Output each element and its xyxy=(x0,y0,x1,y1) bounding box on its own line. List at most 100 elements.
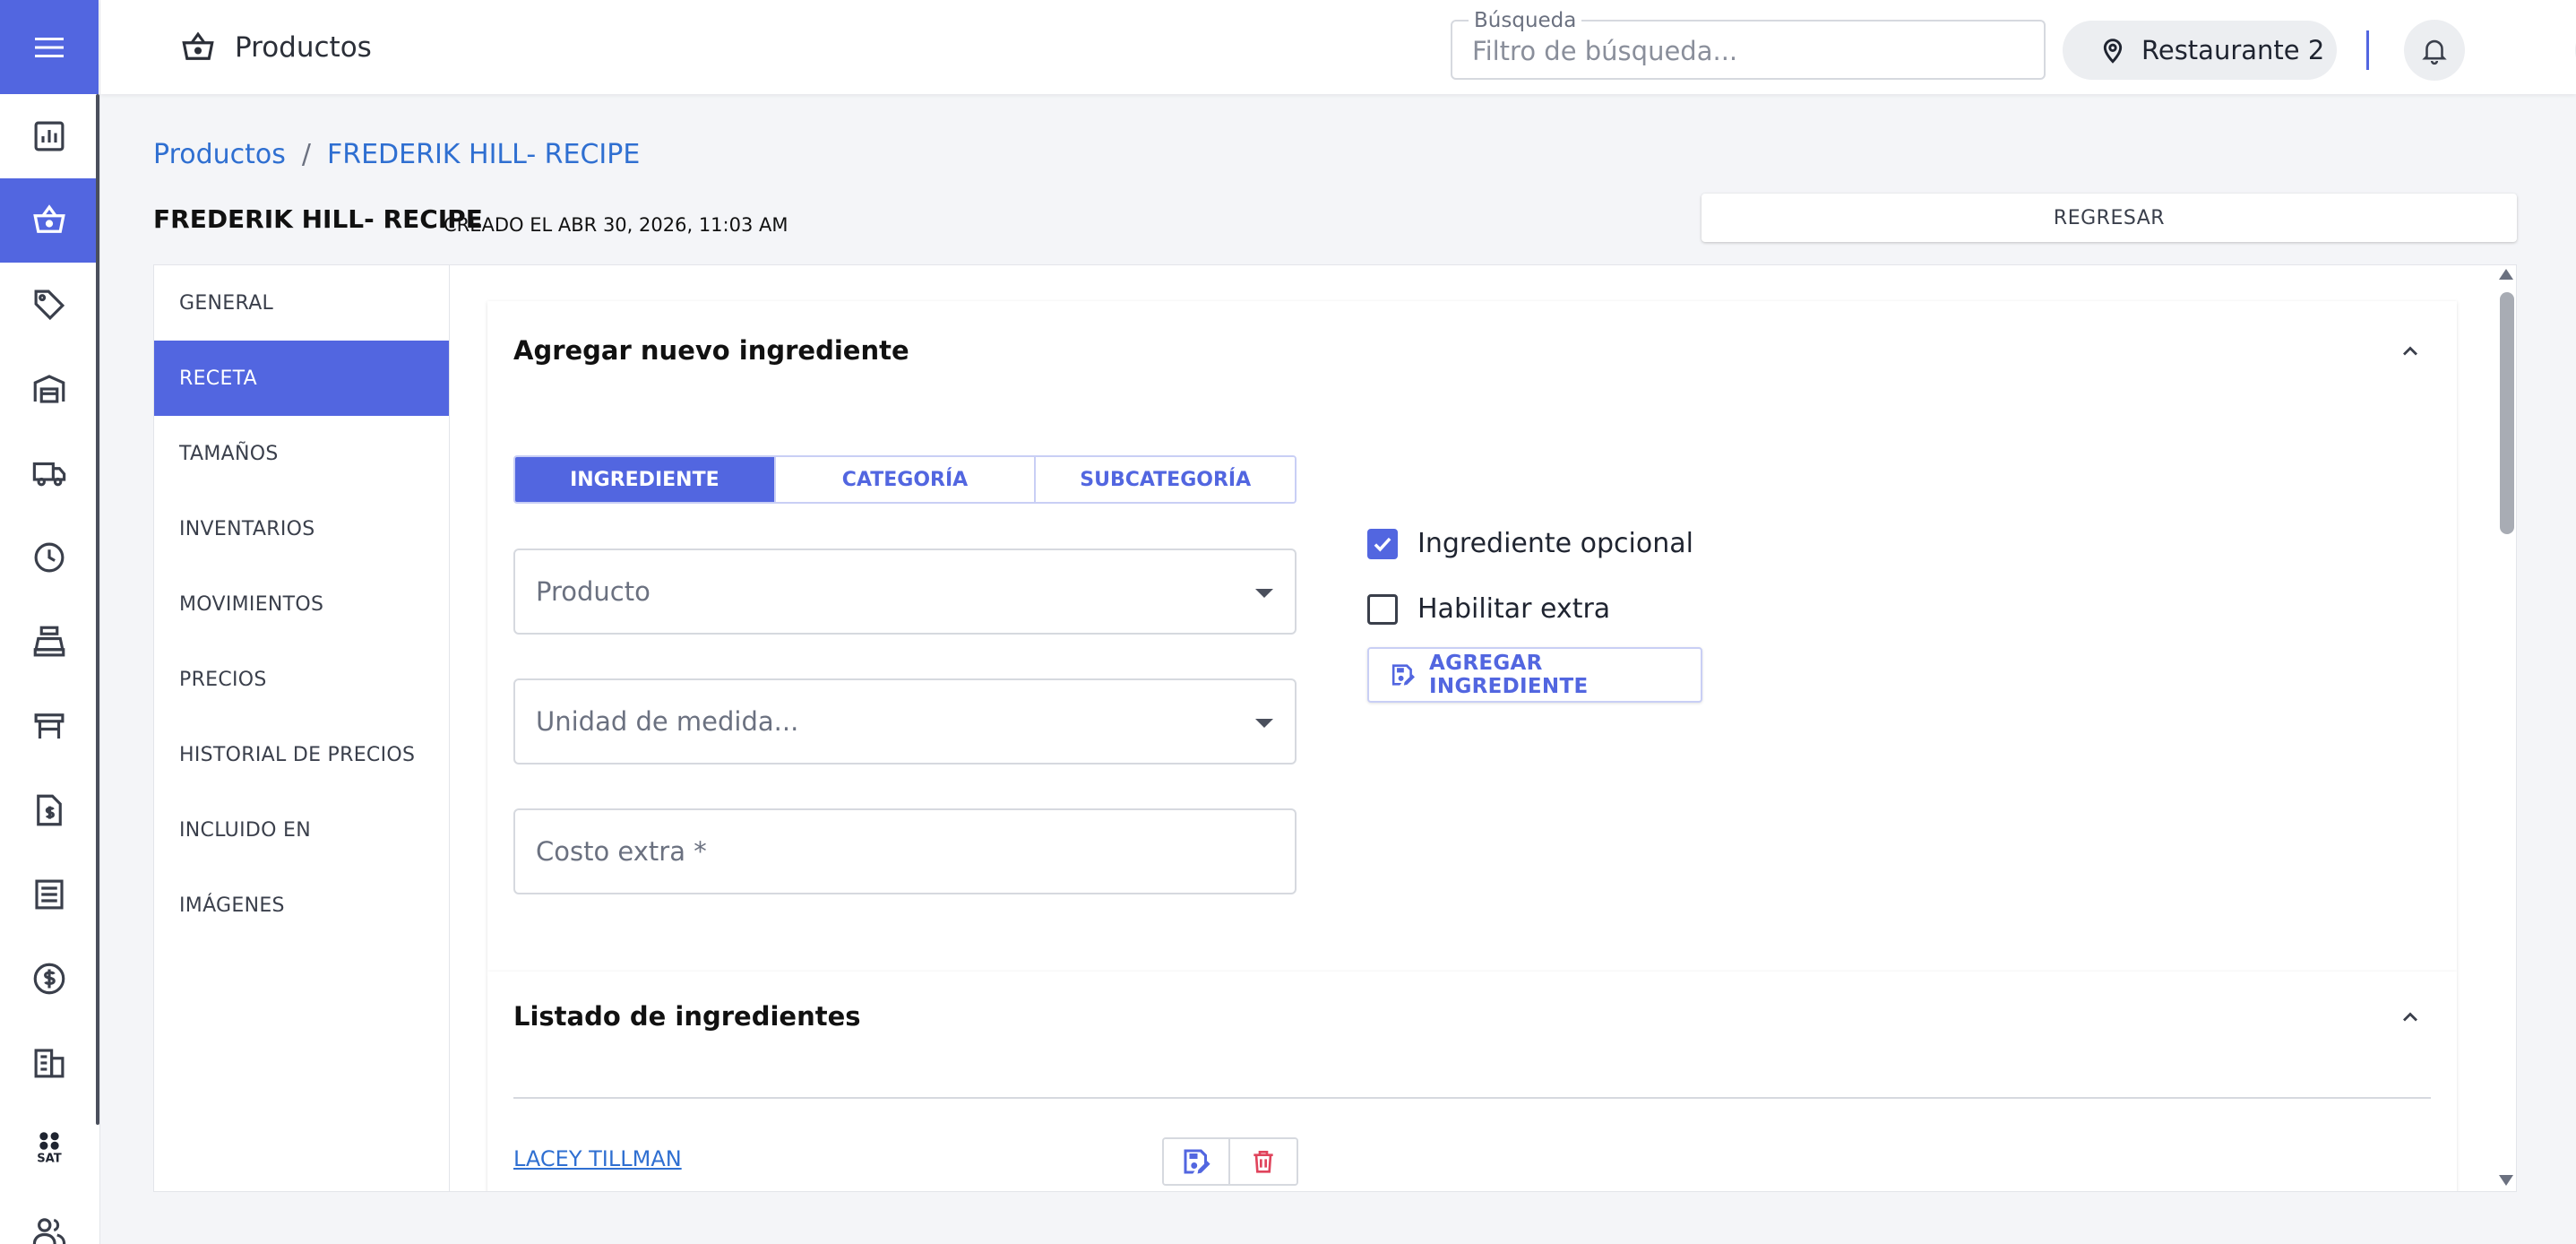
content-scrollbar[interactable] xyxy=(2496,265,2516,1191)
ingredient-name-link[interactable]: LACEY TILLMAN xyxy=(513,1146,682,1171)
search-input[interactable] xyxy=(1472,34,2010,68)
tab-categoria[interactable]: CATEGORÍA xyxy=(775,457,1037,502)
rail-invoices[interactable] xyxy=(0,768,99,852)
rail-sat[interactable]: SAT xyxy=(0,1105,99,1189)
svg-text:SAT: SAT xyxy=(37,1153,62,1166)
nav-item-imagenes[interactable]: IMÁGENES xyxy=(154,868,449,943)
breadcrumb-root-link[interactable]: Productos xyxy=(153,139,286,170)
rail-scrollbar[interactable] xyxy=(96,94,99,1125)
bell-icon xyxy=(2422,39,2447,65)
rail-tags[interactable] xyxy=(0,263,99,347)
app-title-label: Productos xyxy=(235,31,372,64)
invoice-icon xyxy=(37,794,62,826)
app-title: Productos xyxy=(179,29,372,66)
back-button[interactable]: REGRESAR xyxy=(1702,194,2517,242)
tag-icon xyxy=(34,289,65,321)
optional-ingredient-row: Ingrediente opcional xyxy=(1367,528,1693,559)
rail-finance[interactable] xyxy=(0,937,99,1021)
nav-item-general[interactable]: GENERAL xyxy=(154,265,449,341)
extra-cost-field[interactable]: Costo extra * xyxy=(513,808,1297,894)
add-ingredient-title: Agregar nuevo ingrediente xyxy=(513,335,909,366)
menu-button[interactable] xyxy=(0,0,99,94)
scroll-down-arrow-icon[interactable] xyxy=(2499,1175,2513,1186)
add-ingredient-panel: Agregar nuevo ingrediente INGREDIENTE CA… xyxy=(487,301,2457,972)
page-title: FREDERIK HILL- RECIPE xyxy=(153,204,483,234)
basket-icon xyxy=(33,204,65,233)
scroll-up-arrow-icon[interactable] xyxy=(2499,269,2513,280)
ingredient-type-tabs: INGREDIENTE CATEGORÍA SUBCATEGORÍA xyxy=(513,455,1297,504)
nav-item-inventarios[interactable]: INVENTARIOS xyxy=(154,491,449,566)
building-icon xyxy=(34,1049,65,1078)
checkmark-icon xyxy=(1374,537,1391,551)
clock-icon xyxy=(34,542,65,573)
rail-users[interactable] xyxy=(0,1189,99,1244)
ingredient-row-actions xyxy=(1162,1137,1298,1186)
product-side-nav: GENERAL RECETA TAMAÑOS INVENTARIOS MOVIM… xyxy=(154,265,450,1191)
add-ingredient-button-label: AGREGAR INGREDIENTE xyxy=(1429,652,1589,698)
nav-item-tamanos[interactable]: TAMAÑOS xyxy=(154,416,449,491)
search-box[interactable]: Búsqueda xyxy=(1451,9,2046,80)
unit-select[interactable]: Unidad de medida... xyxy=(513,678,1297,765)
search-legend: Búsqueda xyxy=(1469,9,1582,32)
edit-ingredient-button[interactable] xyxy=(1164,1139,1230,1184)
top-bar: Productos Búsqueda Restaurante 2 AU xyxy=(100,0,2576,94)
rail-dashboard[interactable] xyxy=(0,94,99,178)
users-icon xyxy=(32,1218,66,1244)
truck-icon xyxy=(32,462,66,487)
created-date: CREADO EL ABR 30, 2026, 11:03 AM xyxy=(444,214,788,236)
add-ingredient-button[interactable]: AGREGAR INGREDIENTE xyxy=(1367,647,1702,703)
warehouse-icon xyxy=(33,375,65,403)
chevron-up-icon[interactable] xyxy=(2398,1005,2423,1030)
rail-companies[interactable] xyxy=(0,1021,99,1105)
rail-receipts[interactable] xyxy=(0,852,99,937)
ingredient-list-panel: Listado de ingredientes LACEY TILLMAN xyxy=(487,972,2457,1191)
rail-pos[interactable] xyxy=(0,600,99,684)
product-card: GENERAL RECETA TAMAÑOS INVENTARIOS MOVIM… xyxy=(153,264,2517,1192)
nav-item-movimientos[interactable]: MOVIMIENTOS xyxy=(154,566,449,642)
rail-tables[interactable] xyxy=(0,684,99,768)
product-select-placeholder: Producto xyxy=(536,576,650,607)
location-selector[interactable]: Restaurante 2 xyxy=(2063,21,2337,80)
breadcrumb-current-link[interactable]: FREDERIK HILL- RECIPE xyxy=(327,139,640,170)
receipt-icon xyxy=(35,879,64,910)
location-pin-icon xyxy=(2103,39,2123,64)
delete-ingredient-button[interactable] xyxy=(1230,1139,1297,1184)
nav-item-receta[interactable]: RECETA xyxy=(154,341,449,416)
dropdown-arrow-icon xyxy=(1255,589,1273,598)
nav-item-incluido-en[interactable]: INCLUIDO EN xyxy=(154,792,449,868)
product-select[interactable]: Producto xyxy=(513,549,1297,635)
rail-products[interactable] xyxy=(0,178,99,263)
trash-icon xyxy=(1254,1151,1273,1173)
enable-extra-label: Habilitar extra xyxy=(1417,593,1611,625)
location-label: Restaurante 2 xyxy=(2141,35,2325,65)
rail-warehouse[interactable] xyxy=(0,347,99,431)
notifications-button[interactable] xyxy=(2404,20,2465,81)
table-icon xyxy=(34,713,65,739)
extra-cost-placeholder: Costo extra * xyxy=(536,836,707,867)
cash-register-icon xyxy=(33,626,65,657)
menu-icon xyxy=(35,37,64,57)
basket-icon xyxy=(182,31,214,60)
dashboard-icon xyxy=(34,121,65,151)
chevron-up-icon[interactable] xyxy=(2398,339,2423,364)
tab-ingrediente[interactable]: INGREDIENTE xyxy=(515,457,776,502)
rail-history[interactable] xyxy=(0,515,99,600)
nav-item-historial-precios[interactable]: HISTORIAL DE PRECIOS xyxy=(154,717,449,792)
tab-subcategoria[interactable]: SUBCATEGORÍA xyxy=(1036,457,1295,502)
list-divider xyxy=(513,1097,2431,1099)
breadcrumb-separator: / xyxy=(301,139,311,170)
scrollbar-thumb[interactable] xyxy=(2500,292,2514,534)
optional-ingredient-checkbox[interactable] xyxy=(1367,528,1398,559)
enable-extra-row: Habilitar extra xyxy=(1367,593,1610,625)
sat-icon: SAT xyxy=(37,1132,62,1166)
nav-item-precios[interactable]: PRECIOS xyxy=(154,642,449,717)
save-edit-icon xyxy=(1391,664,1415,686)
dropdown-arrow-icon xyxy=(1255,719,1273,728)
save-edit-icon xyxy=(1184,1149,1210,1174)
dollar-icon xyxy=(33,963,65,995)
rail-suppliers[interactable] xyxy=(0,431,99,515)
recipe-content: Agregar nuevo ingrediente INGREDIENTE CA… xyxy=(450,265,2496,1191)
enable-extra-checkbox[interactable] xyxy=(1367,593,1398,625)
unit-select-placeholder: Unidad de medida... xyxy=(536,706,799,737)
left-rail: SAT xyxy=(0,0,100,1244)
